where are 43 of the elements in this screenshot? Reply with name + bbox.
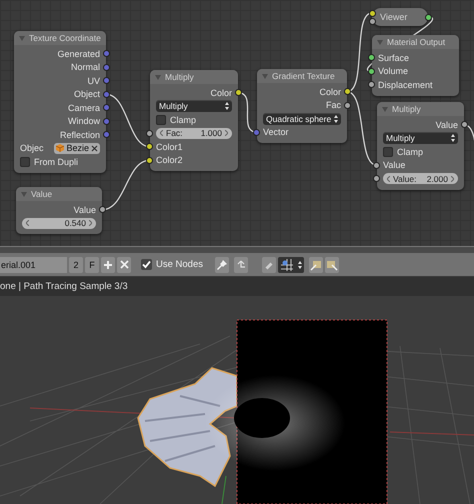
socket-label: Object — [74, 89, 100, 100]
collapsed-node[interactable]: Viewer — [372, 8, 428, 26]
render-status: one | Path Tracing Sample 3/3 — [0, 281, 128, 292]
socket-label: Value — [383, 160, 406, 170]
socket-label: Surface — [378, 52, 410, 63]
socket-label: Value — [436, 120, 458, 130]
socket-label: Color — [210, 88, 232, 98]
field-label: Objec — [20, 143, 44, 154]
socket-label: Reflection — [60, 130, 100, 140]
node-title: Material Output — [387, 37, 446, 47]
socket-label: Color1 — [156, 142, 183, 152]
checkbox-label: Clamp — [170, 114, 196, 125]
node-title: Viewer — [380, 12, 408, 22]
socket-label: Value — [74, 204, 96, 215]
node-title: Multiply — [165, 72, 194, 82]
mode-dropdown[interactable]: Multiply — [383, 132, 458, 144]
number-field[interactable]: Value: 2.000 — [383, 173, 458, 184]
socket-label: Camera — [68, 102, 100, 113]
checkbox-label: Clamp — [397, 146, 424, 157]
socket-label: Displacement — [378, 80, 433, 90]
socket-label: Volume — [378, 66, 408, 76]
number-field[interactable]: 0.540 — [22, 218, 96, 229]
users-button[interactable]: 2 — [69, 256, 83, 272]
socket-label: Vector — [263, 127, 289, 138]
socket-label: Window — [68, 116, 100, 126]
socket-label: Fac — [326, 100, 341, 110]
socket-label: Color2 — [156, 155, 183, 166]
socket-label: Color — [319, 86, 341, 97]
number-field[interactable]: Fac: 1.000 — [156, 128, 232, 139]
socket-label: Generated — [57, 48, 100, 59]
material-field[interactable]: erial.001 — [0, 256, 67, 272]
socket-label: UV — [87, 76, 100, 86]
node-title: Texture Coordinate — [29, 33, 101, 43]
socket-label: Normal — [70, 62, 100, 72]
fake-user-button[interactable]: F — [85, 256, 99, 272]
checkbox-label: Use Nodes — [156, 259, 203, 270]
object-field[interactable]: Bezie — [54, 142, 100, 154]
mode-dropdown[interactable]: Quadratic sphere — [263, 112, 341, 125]
node-title: Multiply — [392, 104, 421, 114]
node-title: Value — [31, 189, 52, 199]
checkbox-label: From Dupli — [34, 156, 78, 167]
mode-dropdown[interactable]: Multiply — [156, 100, 232, 112]
node-title: Gradient Texture — [272, 71, 335, 81]
